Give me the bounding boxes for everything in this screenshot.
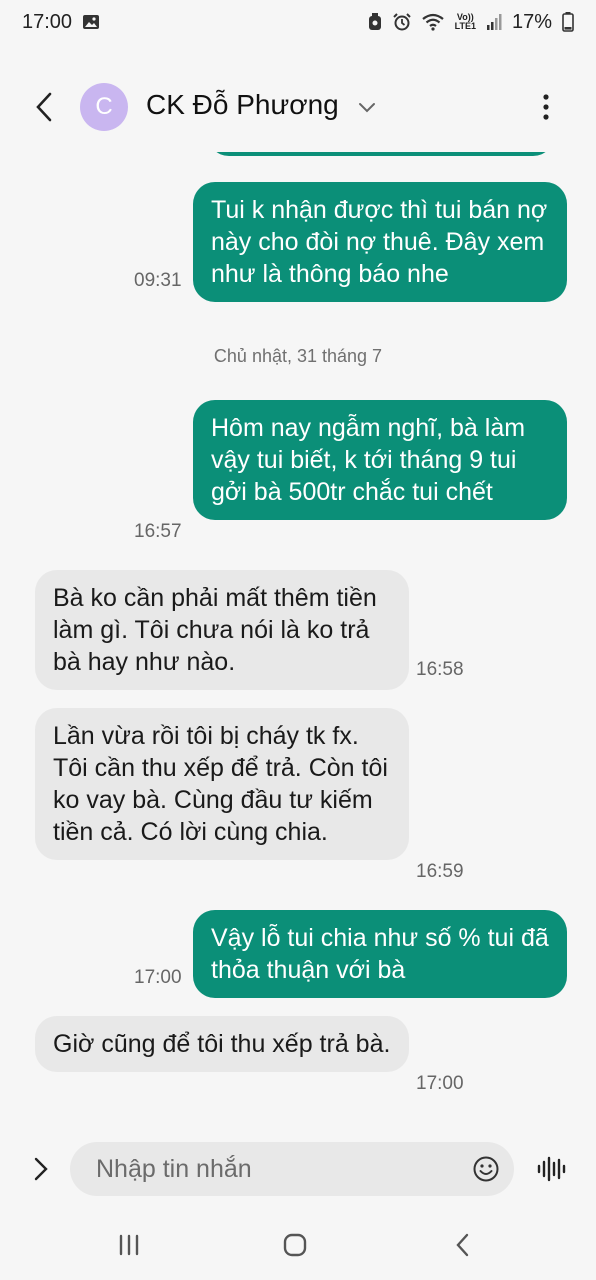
message-bubble-outgoing[interactable]: Hôm nay ngẫm nghĩ, bà làm vậy tui biết, … — [193, 400, 567, 520]
more-vertical-icon — [543, 94, 549, 120]
message-time: 17:00 — [416, 1073, 464, 1094]
emoji-button[interactable] — [472, 1155, 500, 1183]
lte-label: LTE1 — [454, 21, 476, 31]
message-composer — [70, 1142, 514, 1196]
message-time: 16:58 — [416, 659, 464, 680]
alarm-icon — [367, 13, 383, 31]
message-text: Vậy lỗ tui chia như số % tui đã thỏa thu… — [211, 924, 549, 984]
message-text: Giờ cũng để tôi thu xếp trả bà. — [53, 1030, 391, 1058]
clock-alarm-icon — [392, 13, 411, 31]
wifi-icon — [421, 13, 445, 31]
image-icon — [82, 14, 100, 30]
message-bubble-incoming[interactable]: Lần vừa rồi tôi bị cháy tk fx. Tôi cần t… — [35, 708, 409, 860]
volte-icon: Vo)) LTE1 — [455, 13, 476, 31]
message-text: Bà ko cần phải mất thêm tiền làm gì. Tôi… — [53, 584, 377, 676]
status-right: Vo)) LTE1 17% — [367, 11, 574, 34]
message-bubble-outgoing[interactable]: Tui k nhận được thì tui bán nợ này cho đ… — [193, 182, 567, 302]
message-text: Hôm nay ngẫm nghĩ, bà làm vậy tui biết, … — [211, 414, 526, 506]
waveform-icon — [537, 1156, 566, 1182]
emoji-icon — [473, 1156, 499, 1182]
battery-percent: 17% — [511, 10, 552, 33]
recent-apps-button[interactable] — [116, 1232, 142, 1258]
system-back-button[interactable] — [450, 1232, 476, 1258]
contact-name[interactable]: CK Đỗ Phương — [146, 89, 339, 121]
system-navigation-bar — [0, 1212, 596, 1280]
contact-details-button[interactable] — [356, 96, 378, 118]
status-bar: 17:00 Vo)) LTE1 17% — [0, 0, 596, 44]
back-nav-icon — [456, 1233, 469, 1257]
message-text: Lần vừa rồi tôi bị cháy tk fx. Tôi cần t… — [53, 722, 388, 846]
voice-input-button[interactable] — [536, 1154, 568, 1184]
message-time: 16:57 — [134, 521, 182, 542]
chevron-right-icon — [34, 1157, 48, 1181]
message-bubble-incoming[interactable]: Bà ko cần phải mất thêm tiền làm gì. Tôi… — [35, 570, 409, 690]
battery-icon — [562, 12, 574, 32]
status-time: 17:00 — [22, 10, 73, 33]
chevron-down-icon — [359, 103, 375, 113]
home-icon — [283, 1233, 307, 1257]
message-time: 17:00 — [134, 967, 182, 988]
avatar-letter: C — [95, 93, 113, 120]
message-bubble-outgoing[interactable]: Vậy lỗ tui chia như số % tui đã thỏa thu… — [193, 910, 567, 998]
message-text: Tui k nhận được thì tui bán nợ này cho đ… — [211, 196, 548, 288]
message-input[interactable] — [96, 1152, 456, 1186]
expand-attachments-button[interactable] — [28, 1154, 54, 1184]
status-left: 17:00 — [22, 11, 100, 34]
message-time: 09:31 — [134, 270, 182, 291]
avatar[interactable]: C — [80, 83, 128, 131]
date-separator: Chủ nhật, 31 tháng 7 — [213, 346, 383, 366]
recent-apps-icon — [119, 1234, 139, 1256]
back-arrow-icon — [36, 92, 52, 122]
home-button[interactable] — [282, 1232, 308, 1258]
more-options-button[interactable] — [532, 90, 560, 124]
message-time: 16:59 — [416, 861, 464, 882]
back-button[interactable] — [30, 90, 62, 124]
scroll-fade — [200, 130, 560, 152]
signal-icon — [486, 13, 502, 31]
message-bubble-incoming[interactable]: Giờ cũng để tôi thu xếp trả bà. — [35, 1016, 409, 1072]
